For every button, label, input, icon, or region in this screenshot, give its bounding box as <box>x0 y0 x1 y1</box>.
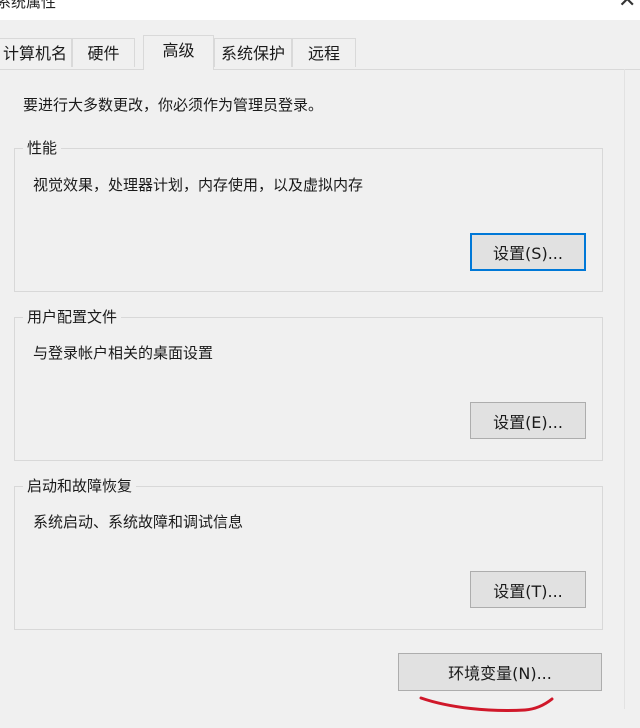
user-profiles-description: 与登录帐户相关的桌面设置 <box>33 344 214 362</box>
performance-description: 视觉效果，处理器计划，内存使用，以及虚拟内存 <box>33 176 364 194</box>
user-profiles-settings-button[interactable]: 设置(E)... <box>470 402 586 439</box>
close-icon[interactable]: ✕ <box>618 0 636 12</box>
tab-computer-name[interactable]: 计算机名 <box>0 38 72 67</box>
startup-recovery-group: 启动和故障恢复 系统启动、系统故障和调试信息 设置(T)... <box>14 475 603 630</box>
admin-notice: 要进行大多数更改，你必须作为管理员登录。 <box>23 96 324 114</box>
user-profiles-title: 用户配置文件 <box>23 306 122 327</box>
panel-border <box>624 69 625 709</box>
performance-group: 性能 视觉效果，处理器计划，内存使用，以及虚拟内存 设置(S)... <box>14 137 603 292</box>
title-bar: 系统属性 ✕ <box>0 0 640 20</box>
startup-recovery-title: 启动和故障恢复 <box>23 475 137 496</box>
performance-title: 性能 <box>23 137 62 158</box>
performance-settings-button[interactable]: 设置(S)... <box>470 233 586 271</box>
tab-system-protection[interactable]: 系统保护 <box>214 38 292 67</box>
environment-variables-button[interactable]: 环境变量(N)... <box>398 653 602 691</box>
tab-advanced[interactable]: 高级 <box>143 35 214 70</box>
startup-recovery-description: 系统启动、系统故障和调试信息 <box>33 513 244 531</box>
window-title: 系统属性 <box>0 0 57 11</box>
tab-remote[interactable]: 远程 <box>292 38 356 67</box>
tab-hardware[interactable]: 硬件 <box>72 38 135 67</box>
user-profiles-group: 用户配置文件 与登录帐户相关的桌面设置 设置(E)... <box>14 306 603 461</box>
startup-recovery-settings-button[interactable]: 设置(T)... <box>470 571 586 608</box>
